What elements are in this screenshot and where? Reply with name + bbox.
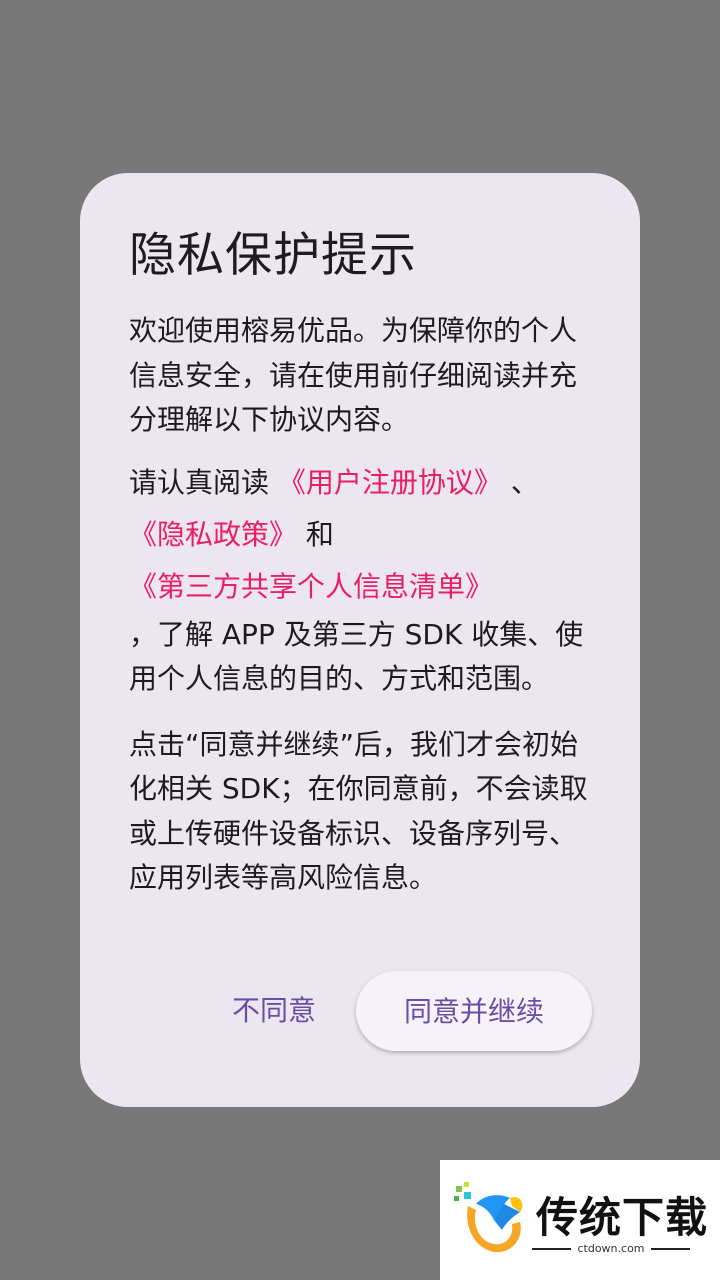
agree-continue-button[interactable]: 同意并继续 xyxy=(356,971,592,1051)
separator-text: 、 xyxy=(510,465,539,499)
watermark-url-row: ctdown.com xyxy=(532,1242,690,1255)
third-party-list-link[interactable]: 《第三方共享个人信息清单》 xyxy=(129,570,493,603)
divider xyxy=(532,1247,572,1250)
disagree-button[interactable]: 不同意 xyxy=(232,971,356,1051)
watermark-name: 传统下载 xyxy=(536,1193,709,1242)
notice-text: 点击“同意并继续”后，我们才会初始化相关 SDK；在你同意前，不会读取或上传硬件… xyxy=(129,727,588,895)
dialog-actions: 不同意 同意并继续 xyxy=(232,971,592,1051)
and-text: 和 xyxy=(305,517,334,551)
user-agreement-link[interactable]: 《用户注册协议》 xyxy=(278,466,502,499)
read-suffix-text: ，了解 APP 及第三方 SDK 收集、使用个人信息的目的、方式和范围。 xyxy=(129,617,584,696)
divider xyxy=(650,1247,690,1250)
privacy-policy-link[interactable]: 《隐私政策》 xyxy=(129,518,297,551)
watermark-badge: 传统下载 ctdown.com xyxy=(440,1160,720,1280)
agreement-links: 请认真阅读 《用户注册协议》 、 《隐私政策》 和 《第三方共享个人信息清单》 xyxy=(129,457,592,613)
privacy-dialog: 隐私保护提示 欢迎使用榕易优品。为保障你的个人信息安全，请在使用前仔细阅读并充分… xyxy=(80,173,640,1107)
watermark-logo-icon xyxy=(454,1182,523,1253)
read-prefix: 请认真阅读 xyxy=(129,465,270,499)
dialog-title: 隐私保护提示 xyxy=(129,228,417,283)
intro-text: 欢迎使用榕易优品。为保障你的个人信息安全，请在使用前仔细阅读并充分理解以下协议内… xyxy=(129,314,578,436)
watermark-url: ctdown.com xyxy=(577,1242,645,1255)
